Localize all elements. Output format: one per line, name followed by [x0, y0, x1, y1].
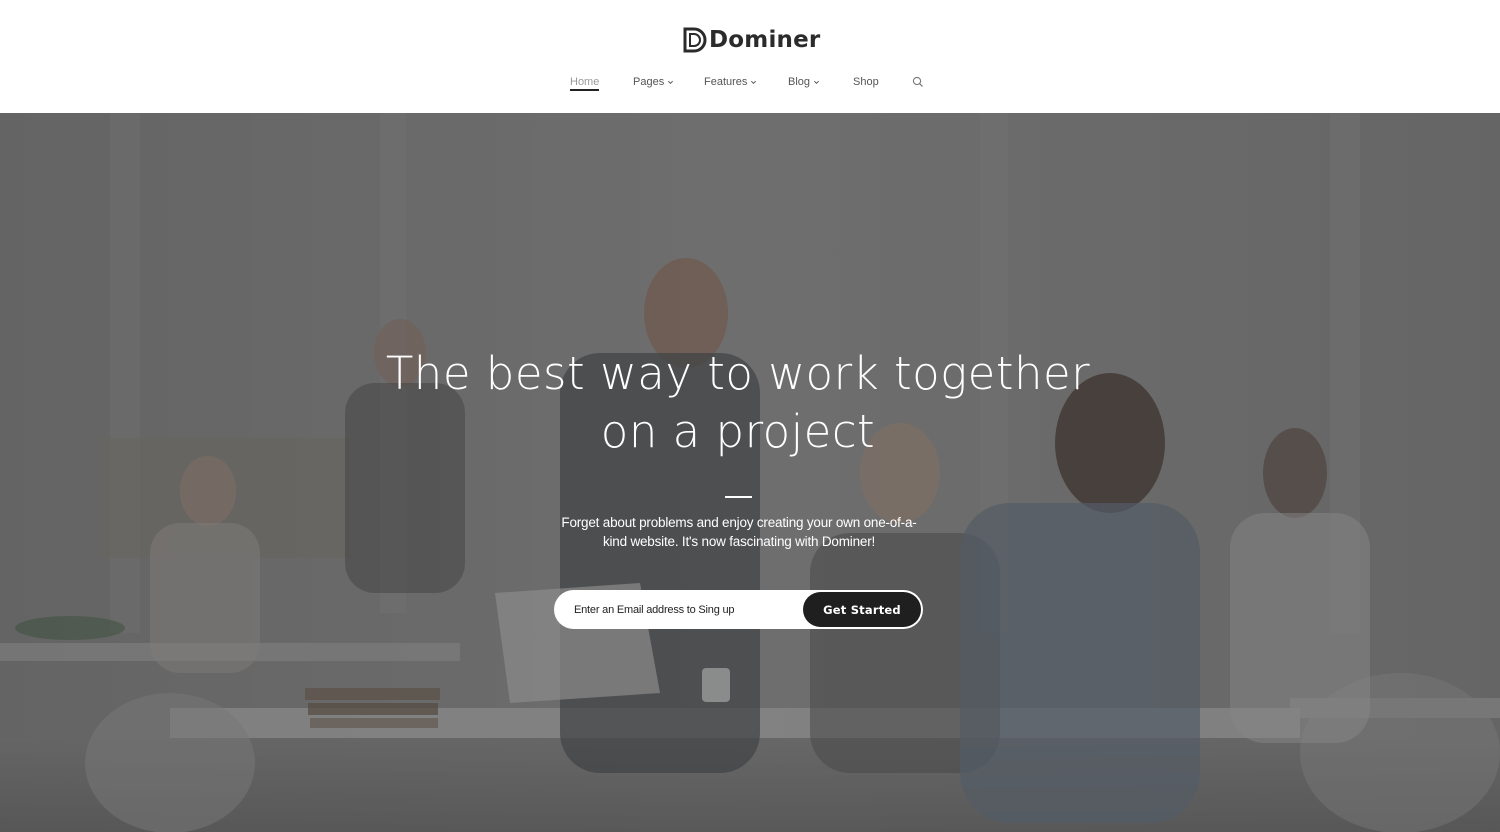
nav-item-blog[interactable]: Blog: [788, 74, 820, 96]
d-monogram-icon: [683, 27, 707, 53]
hero-title-line: on a project: [600, 405, 876, 458]
nav-item-label: Pages: [633, 76, 665, 88]
nav-item-label: Home: [570, 76, 600, 88]
search-icon[interactable]: [912, 76, 924, 88]
hero-subtitle-line: Forget about problems and enjoy creating…: [561, 515, 917, 530]
hero-divider: [725, 496, 752, 498]
nav-item-pages[interactable]: Pages: [633, 74, 674, 96]
active-underline: [570, 89, 600, 91]
hero-section: The best way to work together on a proje…: [0, 113, 1500, 832]
brand-name: Dominer: [709, 27, 821, 53]
nav-item-home[interactable]: Home: [570, 74, 600, 96]
chevron-down-icon: [668, 80, 674, 85]
nav-item-label: Features: [704, 76, 748, 88]
hero-subtitle-line: kind website. It's now fascinating with …: [602, 534, 876, 549]
site-logo[interactable]: Dominer: [682, 24, 820, 56]
chevron-down-icon: [751, 80, 757, 85]
site-header: Dominer Home Pages Features Blog Shop: [0, 0, 1500, 113]
hero-title-line: The best way to work together: [385, 347, 1091, 400]
nav-item-features[interactable]: Features: [704, 74, 757, 96]
nav-item-shop[interactable]: Shop: [853, 74, 879, 96]
get-started-button[interactable]: Get Started: [803, 592, 921, 627]
hero-title: The best way to work together on a proje…: [300, 345, 1176, 461]
nav-item-label: Blog: [788, 76, 811, 88]
nav-item-label: Shop: [853, 76, 879, 88]
hero-subtitle: Forget about problems and enjoy creating…: [554, 513, 924, 551]
hero-dark-overlay: [0, 113, 1500, 832]
email-field[interactable]: [574, 590, 794, 629]
email-signup-form: Get Started: [554, 590, 923, 629]
chevron-down-icon: [814, 80, 820, 85]
main-nav: Home Pages Features Blog Shop: [0, 74, 1500, 96]
